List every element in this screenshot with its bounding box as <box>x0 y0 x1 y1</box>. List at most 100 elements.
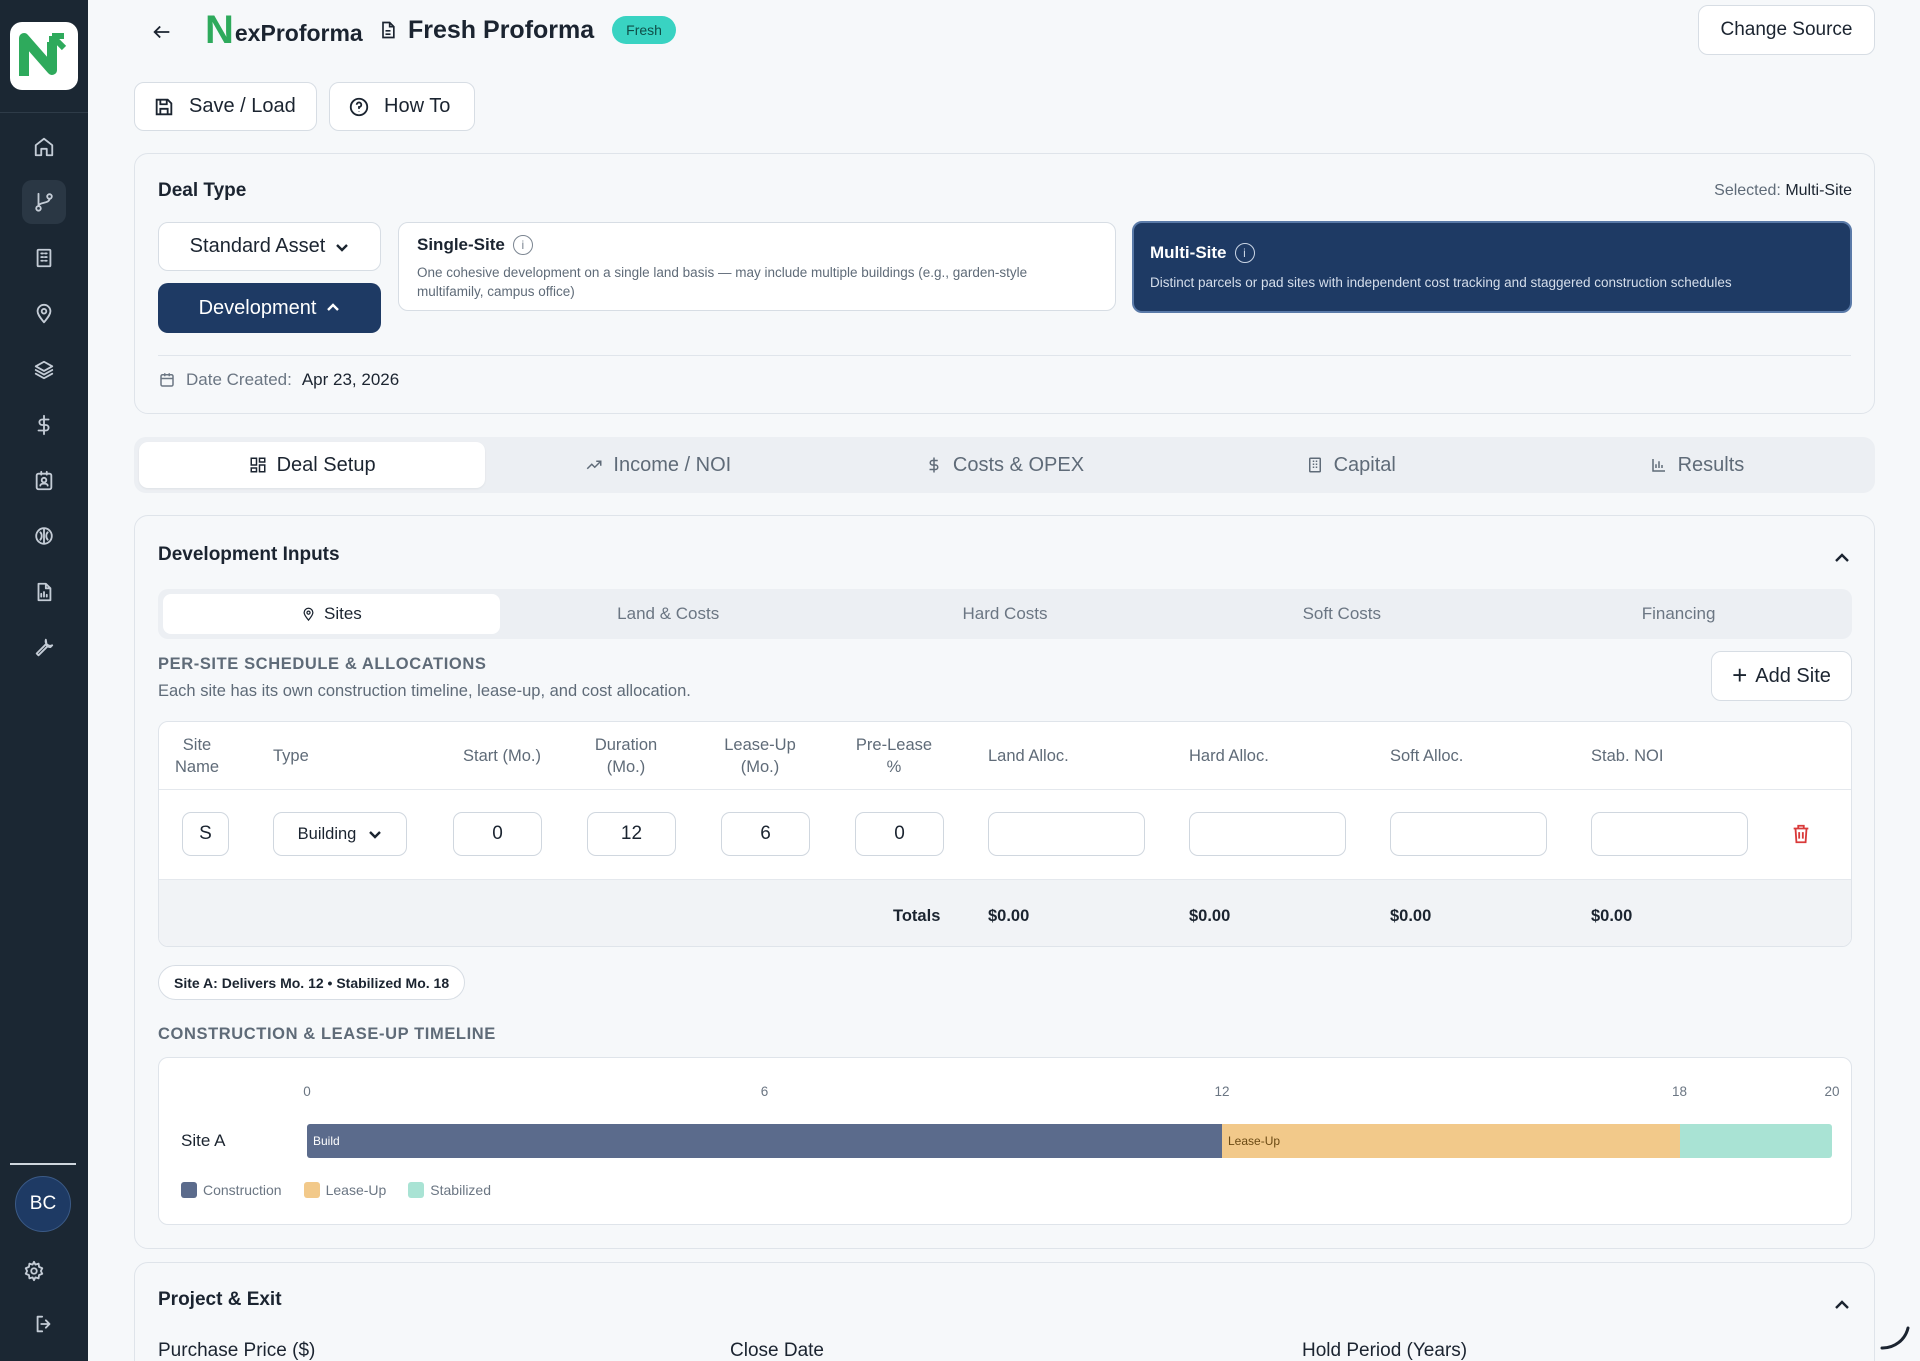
timeline-build-bar: Build <box>307 1124 1222 1158</box>
nav-tools[interactable] <box>22 626 66 670</box>
single-site-option[interactable]: Single-Site i One cohesive development o… <box>398 222 1116 311</box>
header-divider <box>159 789 1851 790</box>
change-source-button[interactable]: Change Source <box>1698 5 1875 55</box>
chevron-up-icon[interactable] <box>1834 1297 1850 1313</box>
section-title: Development Inputs <box>158 544 340 565</box>
col-duration: Duration (Mo.) <box>594 735 658 776</box>
tab-label: Income / NOI <box>613 453 732 476</box>
info-icon[interactable]: i <box>512 235 533 255</box>
info-icon[interactable]: i <box>1234 243 1255 263</box>
nav-finance[interactable] <box>22 403 66 447</box>
divider <box>158 355 1851 356</box>
close-date-label: Close Date <box>730 1340 824 1361</box>
tab-capital[interactable]: Capital <box>1178 442 1524 488</box>
document-title-group: Fresh Proforma Fresh <box>378 12 676 48</box>
tab-results[interactable]: Results <box>1524 442 1870 488</box>
start-month-input[interactable]: 0 <box>453 812 542 856</box>
help-icon <box>349 97 369 116</box>
nav-ai[interactable] <box>22 514 66 558</box>
legend-swatch <box>181 1182 197 1198</box>
logout-icon <box>36 1315 51 1333</box>
site-status-pill: Site A: Delivers Mo. 12 • Stabilized Mo.… <box>158 965 466 1000</box>
how-to-button[interactable]: How To <box>329 82 475 131</box>
tab-income-noi[interactable]: Income / NOI <box>485 442 831 488</box>
brand-initial: N <box>205 8 234 52</box>
col-soft-alloc: Soft Alloc. <box>1390 746 1464 765</box>
back-button[interactable] <box>146 16 178 48</box>
subtab-land-costs[interactable]: Land & Costs <box>500 594 837 634</box>
subtab-sites[interactable]: Sites <box>163 594 500 634</box>
plus-icon: + <box>1732 659 1748 690</box>
selected-prefix: Selected: <box>1714 182 1781 199</box>
col-hard-alloc: Hard Alloc. <box>1189 746 1269 765</box>
calendar-icon <box>160 373 174 387</box>
nav-layers[interactable] <box>22 348 66 392</box>
arrow-left-icon <box>153 25 170 39</box>
timeline-tick: 18 <box>1671 1084 1688 1099</box>
nav-reports[interactable] <box>22 570 66 614</box>
deal-type-card: Deal Type Selected: Multi-Site Standard … <box>134 153 1875 414</box>
site-type-select[interactable]: Building <box>273 812 407 856</box>
land-alloc-input[interactable] <box>988 812 1145 856</box>
chevron-down-icon <box>369 831 382 839</box>
chevron-up-icon[interactable] <box>1834 550 1850 566</box>
stab-noi-input[interactable] <box>1591 812 1748 856</box>
git-branch-icon <box>35 192 53 212</box>
hard-alloc-input[interactable] <box>1189 812 1346 856</box>
totals-label: Totals <box>893 907 941 925</box>
sidebar: BC <box>0 0 88 1361</box>
multi-site-option[interactable]: Multi-Site i Distinct parcels or pad sit… <box>1132 221 1852 313</box>
asset-type-select[interactable]: Standard Asset <box>158 222 381 271</box>
nav-map[interactable] <box>22 292 66 336</box>
app-logo[interactable] <box>10 22 78 90</box>
legend-swatch <box>303 1182 320 1198</box>
nav-home[interactable] <box>22 125 66 169</box>
total-stab-noi: $0.00 <box>1591 907 1633 925</box>
save-load-button[interactable]: Save / Load <box>134 82 317 131</box>
selected-deal-type: Selected: Multi-Site <box>1714 182 1852 200</box>
document-icon <box>382 21 395 39</box>
brand-logo[interactable]: N exProforma <box>205 8 363 52</box>
prelease-input[interactable]: 0 <box>855 812 944 856</box>
nav-properties[interactable] <box>22 236 66 280</box>
nav-logout[interactable] <box>22 1302 66 1346</box>
leaseup-input[interactable]: 6 <box>721 812 810 856</box>
tab-deal-setup[interactable]: Deal Setup <box>139 442 486 488</box>
nav-deals[interactable] <box>22 180 66 224</box>
save-icon <box>155 98 173 115</box>
tab-costs-opex[interactable]: Costs & OPEX <box>831 442 1177 488</box>
subtab-hard-costs[interactable]: Hard Costs <box>837 594 1174 634</box>
duration-input[interactable]: 12 <box>587 812 676 856</box>
site-name-input[interactable]: S <box>182 812 229 856</box>
timeline-tick: 0 <box>303 1084 311 1099</box>
how-to-label: How To <box>384 95 451 117</box>
subtab-financing[interactable]: Financing <box>1510 594 1847 634</box>
timeline-site-label: Site A <box>181 1131 226 1150</box>
report-icon <box>37 582 52 602</box>
col-prelease: Pre-Lease % <box>855 735 933 776</box>
status-badge: Fresh <box>612 16 676 44</box>
subtab-label: Sites <box>324 604 362 623</box>
timeline-tick: 6 <box>760 1084 769 1099</box>
add-site-button[interactable]: + Add Site <box>1711 651 1852 701</box>
deal-type-title: Deal Type <box>158 180 247 201</box>
user-avatar[interactable]: BC <box>15 1176 71 1232</box>
nav-contacts[interactable] <box>22 459 66 503</box>
tab-label: Costs & OPEX <box>952 453 1085 476</box>
legend-swatch <box>408 1182 425 1198</box>
home-icon <box>34 137 54 157</box>
total-land-alloc: $0.00 <box>988 907 1030 925</box>
timeline-leaseup-bar: Lease-Up <box>1222 1124 1680 1158</box>
sidebar-divider-bottom <box>10 1163 76 1165</box>
trash-icon[interactable] <box>1790 823 1812 845</box>
nav-settings[interactable] <box>12 1249 56 1293</box>
strategy-select[interactable]: Development <box>158 283 381 333</box>
map-pin-icon <box>36 303 52 324</box>
soft-alloc-input[interactable] <box>1390 812 1547 856</box>
gear-icon <box>24 1260 44 1282</box>
multi-site-description: Distinct parcels or pad sites with indep… <box>1150 275 1732 290</box>
chevron-down-icon <box>336 243 349 252</box>
timeline-heading: CONSTRUCTION & LEASE-UP TIMELINE <box>158 1025 496 1043</box>
subtab-soft-costs[interactable]: Soft Costs <box>1173 594 1510 634</box>
timeline-stabilized-bar <box>1679 1124 1832 1158</box>
